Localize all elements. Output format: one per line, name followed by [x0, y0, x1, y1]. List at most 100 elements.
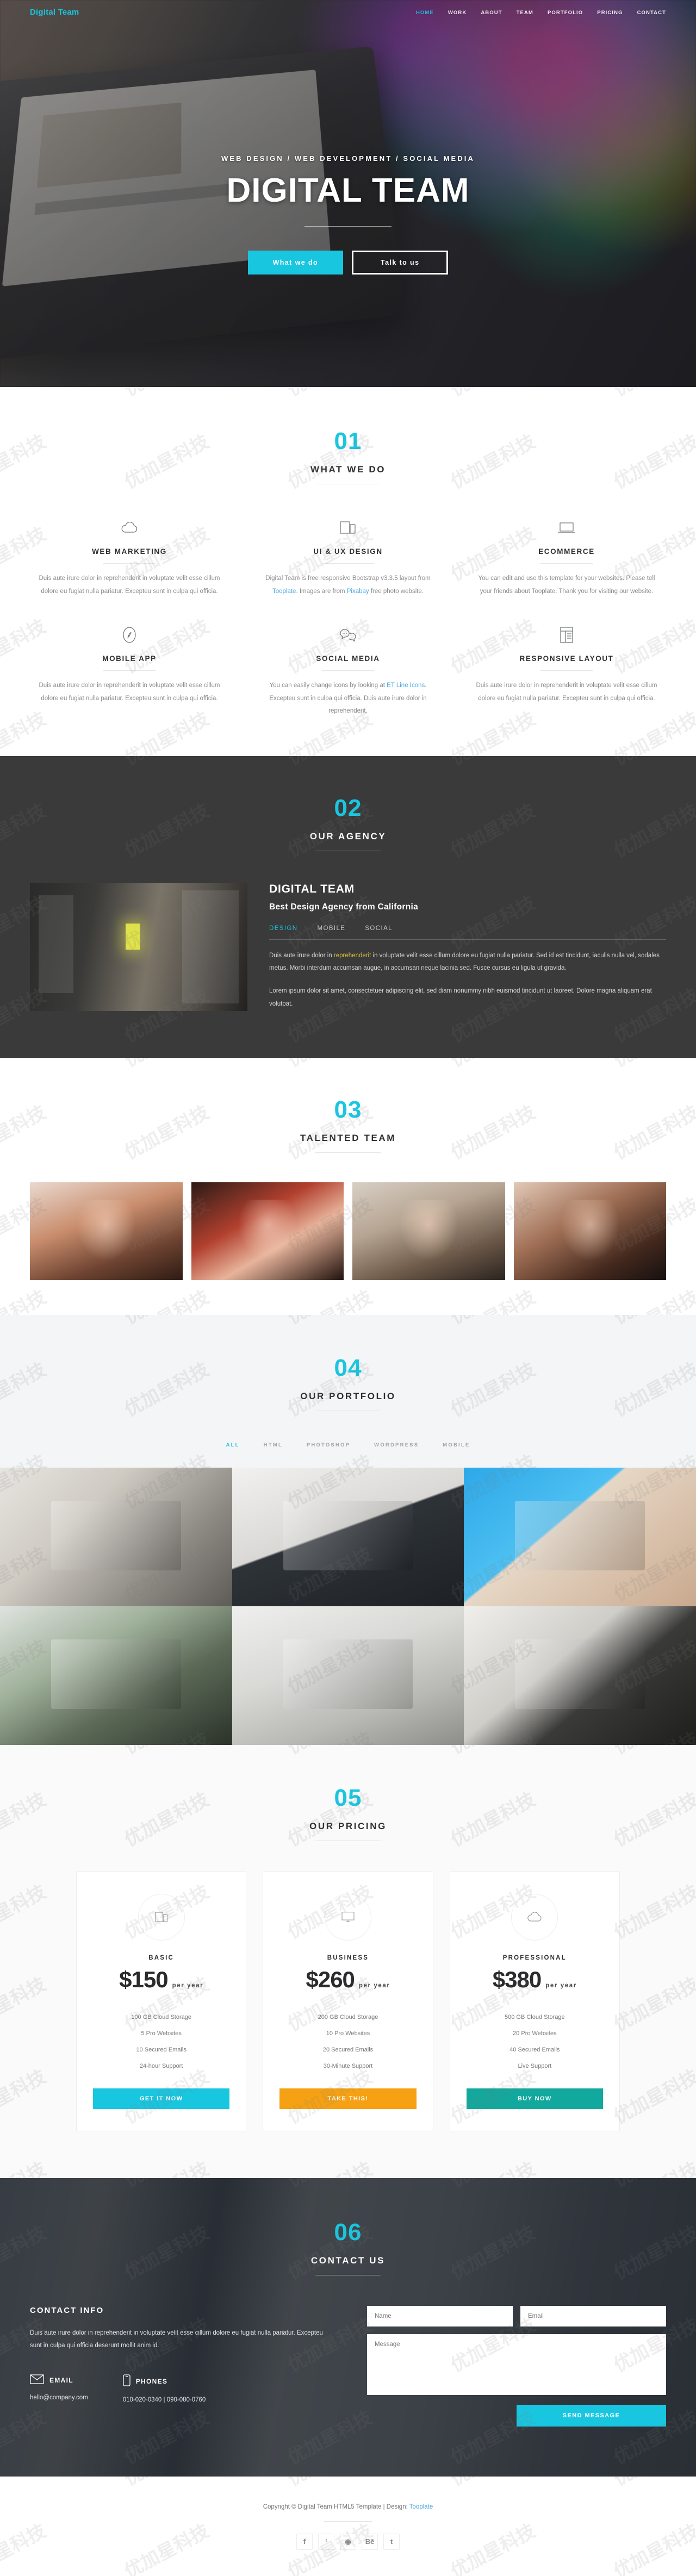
send-message-button[interactable]: SEND MESSAGE [517, 2404, 666, 2427]
service-text: You can edit and use this template for y… [478, 575, 655, 595]
monitor-icon [324, 1893, 371, 1941]
take-this-button[interactable]: TAKE THIS! [279, 2088, 417, 2109]
portfolio-item-3[interactable] [464, 1467, 696, 1606]
portfolio-filter-link[interactable]: MOBILE [443, 1442, 470, 1448]
watermark-text: 优加星科技 [119, 1058, 213, 1072]
nav-item-portfolio[interactable]: PORTFOLIO [548, 7, 583, 17]
agency-tabs: DESIGN MOBILE SOCIAL [269, 923, 666, 940]
plan-feature: 100 GB Cloud Storage [131, 2013, 191, 2020]
portfolio-filter-wordpress[interactable]: WORDPRESS [374, 1439, 419, 1449]
portfolio-item-1[interactable] [0, 1467, 232, 1606]
agency-tab-link[interactable]: MOBILE [318, 925, 346, 932]
what-we-do-button[interactable]: What we do [247, 250, 344, 275]
portfolio-filter-html[interactable]: HTML [264, 1439, 283, 1449]
portfolio-filter-link[interactable]: ALL [226, 1442, 240, 1448]
pricing-grid: BASIC $150 per year 100 GB Cloud Storage… [76, 1871, 620, 2131]
pixabay-link[interactable]: Pixabay [347, 588, 369, 595]
plan-feature: 10 Secured Emails [136, 2046, 187, 2053]
nav-item-work[interactable]: WORK [448, 7, 467, 17]
portfolio-item-5[interactable] [232, 1606, 464, 1745]
service-name: UI & UX DESIGN [313, 547, 383, 556]
plan-price: $380 [492, 1966, 542, 1992]
nav-link-portfolio[interactable]: PORTFOLIO [548, 10, 583, 16]
watermark-text: 优加星科技 [608, 2477, 696, 2491]
contact-info-columns: EMAIL hello@company.com PHONES 010-020-0… [30, 2374, 329, 2403]
laptop-icon [475, 516, 658, 540]
nav-item-contact[interactable]: CONTACT [637, 7, 666, 17]
twitter-icon[interactable]: ᵗ [318, 2533, 334, 2550]
contact-info-heading: CONTACT INFO [30, 2305, 104, 2315]
agency-paragraph-1: Duis aute irure dolor in reprehenderit i… [269, 950, 666, 975]
get-it-now-button[interactable]: GET IT NOW [93, 2088, 230, 2109]
portfolio-filter-all[interactable]: ALL [226, 1439, 240, 1449]
nav-link-contact[interactable]: CONTACT [637, 10, 666, 16]
nav-link-about[interactable]: ABOUT [481, 10, 502, 16]
section-number: 02 [334, 794, 362, 821]
behance-icon[interactable]: Bē [362, 2533, 378, 2550]
email-input[interactable] [520, 2305, 666, 2326]
hero-buttons: What we do Talk to us [247, 250, 449, 275]
portfolio-filter-link[interactable]: WORDPRESS [374, 1442, 419, 1448]
buy-now-button[interactable]: BUY NOW [466, 2088, 603, 2109]
team-member-photo-1[interactable] [30, 1182, 183, 1280]
contact-email-value[interactable]: hello@company.com [30, 2394, 88, 2401]
dribbble-icon[interactable]: ◉ [340, 2533, 356, 2550]
team-member-photo-3[interactable] [352, 1182, 505, 1280]
section-number: 03 [334, 1096, 362, 1123]
nav-link-work[interactable]: WORK [448, 10, 467, 16]
agency-tab-link[interactable]: DESIGN [269, 925, 298, 932]
agency-tab-design[interactable]: DESIGN [269, 923, 298, 933]
portfolio-filter-link[interactable]: PHOTOSHOP [307, 1442, 350, 1448]
nav-link-pricing[interactable]: PRICING [597, 10, 623, 16]
section-title: WHAT WE DO [310, 464, 386, 475]
portfolio-filter-photoshop[interactable]: PHOTOSHOP [307, 1439, 350, 1449]
talk-to-us-button[interactable]: Talk to us [352, 250, 449, 275]
cloud-icon [38, 516, 221, 540]
watermark-text: 优加星科技 [282, 1315, 376, 1329]
plan-feature: 20 Pro Websites [513, 2030, 557, 2037]
tooplate-footer-link[interactable]: Tooplate [409, 2504, 433, 2510]
team-member-photo-4[interactable] [513, 1182, 666, 1280]
name-input[interactable] [367, 2305, 513, 2326]
et-line-icons-link[interactable]: ET Line Icons [387, 682, 425, 689]
watermark-text: 优加星科技 [282, 756, 376, 770]
portfolio-item-6[interactable] [464, 1606, 696, 1745]
portfolio-item-4[interactable] [0, 1606, 232, 1745]
agency-tab-mobile[interactable]: MOBILE [318, 923, 346, 933]
message-textarea[interactable] [367, 2334, 666, 2395]
devices-icon [256, 516, 440, 540]
contact-phones-value[interactable]: 010-020-0340 | 090-080-0760 [123, 2397, 206, 2403]
nav-item-home[interactable]: HOME [416, 7, 434, 17]
nav-item-team[interactable]: TEAM [517, 7, 533, 17]
section-divider [315, 1152, 381, 1153]
watermark-text: 优加星科技 [282, 1058, 376, 1072]
service-text: Digital Team is free responsive Bootstra… [256, 572, 440, 598]
service-text-part: . Images are from [296, 588, 347, 595]
nav-item-pricing[interactable]: PRICING [597, 7, 623, 17]
service-divider [103, 670, 156, 671]
main-navbar: Digital Team HOME WORK ABOUT TEAM PORTFO… [30, 0, 666, 24]
team-member-photo-2[interactable] [191, 1182, 344, 1280]
facebook-icon[interactable]: f [296, 2533, 313, 2550]
agency-tab-link[interactable]: SOCIAL [365, 925, 393, 932]
contact-email-block: EMAIL hello@company.com [30, 2374, 88, 2403]
agency-tab-social[interactable]: SOCIAL [365, 923, 393, 933]
contact-body: CONTACT INFO Duis aute irure dolor in re… [30, 2305, 666, 2427]
brand-logo[interactable]: Digital Team [30, 8, 79, 17]
contact-phones-label: PHONES [135, 2378, 168, 2386]
service-divider [103, 563, 156, 564]
hero-divider [304, 226, 391, 227]
nav-link-team[interactable]: TEAM [517, 10, 533, 16]
hero-content: WEB DESIGN / WEB DEVELOPMENT / SOCIAL ME… [30, 24, 666, 372]
tooplate-link[interactable]: Tooplate [272, 588, 296, 595]
portfolio-filter-link[interactable]: HTML [264, 1442, 283, 1448]
portfolio-filter-mobile[interactable]: MOBILE [443, 1439, 470, 1449]
tumblr-icon[interactable]: t [383, 2533, 400, 2550]
nav-item-about[interactable]: ABOUT [481, 7, 502, 17]
watermark-text: 优加星科技 [608, 1282, 696, 1315]
section-number: 01 [334, 428, 362, 454]
watermark-text: 优加星科技 [608, 387, 696, 401]
portfolio-item-2[interactable] [232, 1467, 464, 1606]
nav-link-home[interactable]: HOME [416, 10, 434, 16]
watermark-text: 优加星科技 [0, 1282, 50, 1315]
